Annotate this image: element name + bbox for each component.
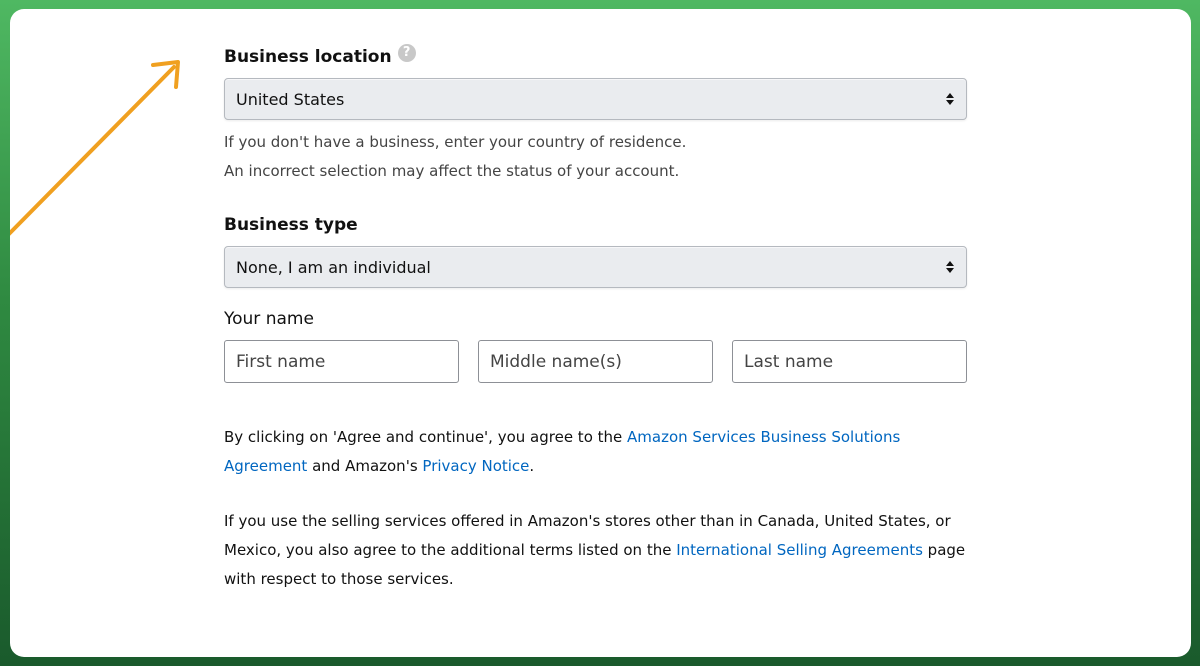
helper-text-residence: If you don't have a business, enter your… xyxy=(224,133,687,151)
agreement-text-suffix: . xyxy=(529,457,535,475)
chevron-up-down-icon xyxy=(946,93,954,105)
business-type-select[interactable]: None, I am an individual xyxy=(224,246,967,288)
business-location-select[interactable]: United States xyxy=(224,78,967,120)
business-location-value: United States xyxy=(236,89,345,109)
business-location-helper: If you don't have a business, enter your… xyxy=(224,128,984,186)
form-card: Business location ? United States If you… xyxy=(10,9,1191,657)
business-type-label: Business type xyxy=(224,215,358,235)
business-location-section: Business location ? United States If you… xyxy=(224,44,984,186)
middle-name-input[interactable] xyxy=(478,340,713,383)
helper-text-warning: An incorrect selection may affect the st… xyxy=(224,162,680,180)
last-name-input[interactable] xyxy=(732,340,967,383)
your-name-label: Your name xyxy=(224,309,314,329)
your-name-section: Your name xyxy=(224,308,984,383)
help-icon[interactable]: ? xyxy=(397,44,416,62)
business-type-value: None, I am an individual xyxy=(236,257,431,277)
business-location-label: Business location xyxy=(224,47,392,67)
arrow-icon xyxy=(10,60,180,236)
international-terms-notice: If you use the selling services offered … xyxy=(224,507,984,594)
agreement-text-prefix: By clicking on 'Agree and continue', you… xyxy=(224,428,628,446)
agreement-notice: By clicking on 'Agree and continue', you… xyxy=(224,423,984,481)
privacy-notice-link[interactable]: Privacy Notice xyxy=(422,457,529,475)
international-selling-agreements-link[interactable]: International Selling Agreements xyxy=(676,541,923,559)
business-type-section: Business type None, I am an individual xyxy=(224,213,984,288)
agreement-text-middle: and Amazon's xyxy=(307,457,423,475)
seller-registration-form: Business location ? United States If you… xyxy=(224,44,984,594)
name-fields-row xyxy=(224,340,984,383)
chevron-up-down-icon xyxy=(946,261,954,273)
first-name-input[interactable] xyxy=(224,340,459,383)
